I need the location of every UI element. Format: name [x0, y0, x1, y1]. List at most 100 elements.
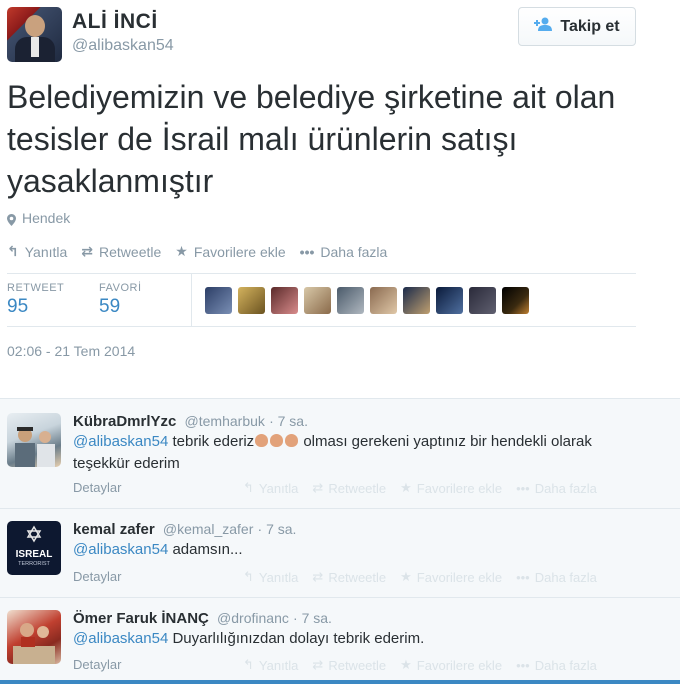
favori-stat[interactable]: FAVORİ 59 — [99, 282, 142, 318]
tweet-stats: RETWEET 95 FAVORİ 59 — [7, 273, 636, 327]
reply-author[interactable]: kemal zafer @kemal_zafer · 7 sa. — [73, 521, 296, 538]
retweet-button[interactable]: ⇄ Retweetle — [312, 569, 386, 585]
reply-text: @alibaskan54 adamsın... — [73, 539, 643, 561]
reply-actions: ↰ Yanıtla ⇄ Retweetle ★ Favorilere ekle •••… — [243, 569, 597, 585]
user-avatar[interactable] — [502, 287, 529, 314]
more-button[interactable]: ••• Daha fazla — [516, 569, 597, 585]
reply-label: Yanıtla — [258, 569, 299, 585]
favorite-button[interactable]: ★ Favorilere ekle — [400, 657, 502, 673]
tweet-actions: ↰ Yanıtla ⇄ Retweetle ★ Favorilere ekle … — [7, 243, 387, 260]
more-button[interactable]: ••• Daha fazla — [516, 480, 597, 496]
retweet-button[interactable]: ⇄ Retweetle — [312, 480, 386, 496]
avatar-text: ISREAL — [16, 549, 53, 560]
favorite-button[interactable]: ★ Favorilere ekle — [175, 243, 285, 260]
more-icon: ••• — [516, 569, 530, 585]
star-icon: ★ — [400, 569, 412, 584]
details-link[interactable]: Detaylar — [73, 480, 121, 495]
star-icon: ★ — [400, 657, 412, 672]
clapping-hands-emoji — [270, 434, 284, 447]
replies-list: KübraDmrlYzc @temharbuk · 7 sa. @alibask… — [0, 398, 680, 684]
more-icon: ••• — [516, 480, 530, 496]
reply-button[interactable]: ↰ Yanıtla — [243, 569, 298, 585]
avatar-text: TERRORIST — [18, 561, 50, 567]
favorite-label: Favorilere ekle — [416, 569, 503, 585]
reply-icon: ↰ — [7, 243, 19, 259]
user-avatar[interactable] — [337, 287, 364, 314]
user-avatar[interactable] — [370, 287, 397, 314]
user-avatar[interactable] — [436, 287, 463, 314]
more-label: Daha fazla — [534, 569, 597, 585]
retweet-icon: ⇄ — [312, 569, 324, 584]
reply-text-part: tebrik ederiz — [168, 433, 255, 450]
author-handle[interactable]: @alibaskan54 — [72, 37, 174, 55]
follow-label: Takip et — [560, 17, 620, 35]
user-avatar[interactable] — [205, 287, 232, 314]
reply-avatar[interactable] — [7, 610, 61, 664]
reply-button[interactable]: ↰ Yanıtla — [243, 657, 298, 673]
reply-author-handle: @drofinanc — [217, 610, 289, 626]
reply-text: @alibaskan54 Duyarlılığınızdan dolayı te… — [73, 628, 643, 650]
author-name[interactable]: ALİ İNCİ — [72, 10, 158, 34]
retweet-button[interactable]: ⇄ Retweetle — [312, 657, 386, 673]
reply-text-part: Duyarlılığınızdan dolayı tebrik ederim. — [168, 630, 425, 647]
favorite-label: Favorilere ekle — [416, 480, 503, 496]
location[interactable]: Hendek — [7, 210, 70, 226]
reply-author[interactable]: KübraDmrlYzc @temharbuk · 7 sa. — [73, 413, 308, 430]
reply-avatar[interactable]: ISREAL TERRORIST — [7, 521, 61, 575]
retweet-stat[interactable]: RETWEET 95 — [7, 282, 64, 318]
reply-button[interactable]: ↰ Yanıtla — [243, 480, 298, 496]
reply-label: Yanıtla — [24, 243, 68, 260]
reply-avatar[interactable] — [7, 413, 61, 467]
reply-time[interactable]: · 7 sa. — [258, 521, 297, 537]
retweet-label: Retweetle — [99, 243, 162, 260]
more-icon: ••• — [516, 657, 530, 673]
list-item[interactable]: ISREAL TERRORIST kemal zafer @kemal_zafe… — [0, 509, 680, 598]
mention-link[interactable]: @alibaskan54 — [73, 433, 168, 450]
user-avatar[interactable] — [271, 287, 298, 314]
user-avatar[interactable] — [238, 287, 265, 314]
reply-time[interactable]: · 7 sa. — [293, 610, 332, 626]
bottom-accent-bar — [0, 680, 680, 684]
favorite-label: Favorilere ekle — [416, 657, 503, 673]
more-button[interactable]: ••• Daha fazla — [516, 657, 597, 673]
retweet-button[interactable]: ⇄ Retweetle — [81, 243, 161, 260]
follow-button[interactable]: Takip et — [518, 7, 636, 46]
mention-link[interactable]: @alibaskan54 — [73, 541, 168, 558]
retweet-icon: ⇄ — [312, 480, 324, 495]
reply-author-name: KübraDmrlYzc — [73, 413, 177, 430]
reply-icon: ↰ — [243, 569, 254, 584]
reply-author-name: kemal zafer — [73, 521, 155, 538]
reply-author-name: Ömer Faruk İNANÇ — [73, 610, 209, 627]
star-icon: ★ — [175, 243, 188, 259]
more-icon: ••• — [299, 243, 315, 260]
more-button[interactable]: ••• Daha fazla — [300, 244, 388, 260]
user-avatar[interactable] — [304, 287, 331, 314]
list-item[interactable]: Ömer Faruk İNANÇ @drofinanc · 7 sa. @ali… — [0, 598, 680, 681]
details-link[interactable]: Detaylar — [73, 657, 121, 672]
tweet-timestamp[interactable]: 02:06 - 21 Tem 2014 — [7, 343, 135, 359]
retweet-label: Retweetle — [328, 480, 387, 496]
details-link[interactable]: Detaylar — [73, 569, 121, 584]
retweet-stat-label: RETWEET — [7, 282, 65, 294]
retweet-icon: ⇄ — [312, 657, 324, 672]
favorite-button[interactable]: ★ Favorilere ekle — [400, 569, 502, 585]
list-item[interactable]: KübraDmrlYzc @temharbuk · 7 sa. @alibask… — [0, 399, 680, 509]
reply-author[interactable]: Ömer Faruk İNANÇ @drofinanc · 7 sa. — [73, 610, 332, 627]
favoriter-avatars — [205, 287, 529, 314]
user-avatar[interactable] — [403, 287, 430, 314]
reply-author-handle: @kemal_zafer — [162, 521, 254, 537]
reply-button[interactable]: ↰ Yanıtla — [7, 243, 67, 260]
stats-divider — [191, 274, 192, 327]
reply-icon: ↰ — [243, 657, 254, 672]
reply-author-handle: @temharbuk — [184, 413, 265, 429]
favorite-button[interactable]: ★ Favorilere ekle — [400, 480, 502, 496]
author-avatar[interactable] — [7, 7, 62, 62]
reply-time[interactable]: · 7 sa. — [269, 413, 308, 429]
reply-actions: ↰ Yanıtla ⇄ Retweetle ★ Favorilere ekle •••… — [243, 657, 597, 673]
mention-link[interactable]: @alibaskan54 — [73, 630, 168, 647]
user-avatar[interactable] — [469, 287, 496, 314]
more-label: Daha fazla — [534, 480, 597, 496]
location-pin-icon — [7, 213, 16, 226]
reply-label: Yanıtla — [258, 657, 299, 673]
reply-actions: ↰ Yanıtla ⇄ Retweetle ★ Favorilere ekle •••… — [243, 480, 597, 496]
